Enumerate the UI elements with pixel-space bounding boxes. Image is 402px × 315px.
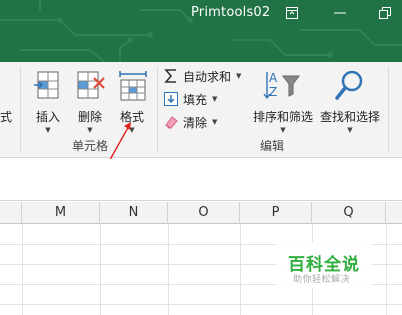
restore-icon[interactable] <box>378 6 392 20</box>
insert-cells-icon <box>34 71 59 99</box>
group-separator <box>157 66 158 152</box>
chevron-down-icon: ▼ <box>45 126 51 134</box>
eraser-icon <box>163 114 179 130</box>
watermark-subtitle: 助你轻松解决 <box>293 275 351 285</box>
find-select-button[interactable]: 查找和选择 ▼ <box>318 68 382 138</box>
sigma-icon <box>163 68 179 84</box>
svg-text:Z: Z <box>269 85 277 99</box>
minimize-icon[interactable] <box>333 6 347 20</box>
format-cells-icon <box>119 71 147 101</box>
column-header-m[interactable]: M <box>22 202 100 224</box>
chevron-down-icon: ▼ <box>347 126 353 134</box>
editing-group-label: 编辑 <box>260 139 285 153</box>
find-select-label: 查找和选择 <box>319 110 380 124</box>
column-header-o[interactable]: O <box>168 202 240 224</box>
formula-bar-area[interactable] <box>0 159 402 201</box>
clear-button[interactable]: 清除 ▼ <box>163 112 217 132</box>
chevron-down-icon: ▼ <box>236 72 242 80</box>
fill-label: 填充 <box>183 92 208 107</box>
delete-cells-icon <box>77 71 105 99</box>
title-bar: Primtools02 <box>0 0 402 62</box>
chevron-down-icon: ▼ <box>212 118 218 126</box>
column-header-p[interactable]: P <box>240 202 312 224</box>
magnifier-icon <box>335 70 363 100</box>
partial-button-label[interactable]: 式 <box>0 108 12 125</box>
chevron-down-icon: ▼ <box>212 95 218 103</box>
autosum-button[interactable]: 自动求和 ▼ <box>163 66 241 86</box>
column-header-partial[interactable] <box>0 202 22 224</box>
watermark: 百科全说 助你轻松解决 <box>276 242 372 288</box>
insert-button[interactable]: 插入 ▼ <box>30 68 66 138</box>
sort-filter-button[interactable]: A Z 排序和筛选 ▼ <box>251 68 315 138</box>
insert-label: 插入 <box>35 110 60 124</box>
column-header-n[interactable]: N <box>100 202 168 224</box>
svg-text:A: A <box>269 71 278 85</box>
fill-button[interactable]: 填充 ▼ <box>163 89 217 109</box>
group-separator <box>20 66 21 152</box>
sort-filter-icon: A Z <box>263 71 300 100</box>
column-headers: M N O P Q <box>0 202 402 224</box>
autosum-label: 自动求和 <box>183 69 232 84</box>
clear-label: 清除 <box>183 115 208 130</box>
sort-filter-label: 排序和筛选 <box>252 110 313 124</box>
column-header-q[interactable]: Q <box>312 202 386 224</box>
window-title: Primtools02 <box>191 5 271 20</box>
ribbon-display-options-icon[interactable] <box>285 6 299 20</box>
chevron-down-icon: ▼ <box>280 126 286 134</box>
group-separator <box>388 66 389 152</box>
ribbon: 式 插入 ▼ 删除 ▼ 格式 ▼ 单元格 自动求和 ▼ 填充 ▼ 清除 ▼ A … <box>0 62 402 158</box>
fill-down-icon <box>163 91 179 107</box>
